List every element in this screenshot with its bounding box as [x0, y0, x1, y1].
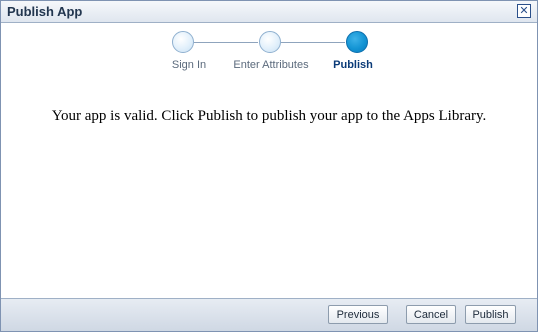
step-label-publish: Publish	[333, 59, 373, 71]
step-label-enter-attributes[interactable]: Enter Attributes	[233, 59, 308, 71]
validation-message: Your app is valid. Click Publish to publ…	[51, 108, 487, 124]
cancel-button[interactable]: Cancel	[406, 305, 456, 324]
step-sign-in[interactable]	[172, 31, 194, 53]
step-train: Sign In Enter Attributes Publish	[1, 31, 537, 75]
publish-app-dialog: Publish App ✕ Sign In Enter Attributes P…	[0, 0, 538, 332]
previous-button[interactable]: Previous	[328, 305, 388, 324]
dialog-footer: Previous Cancel Publish	[1, 298, 537, 331]
train-connector	[281, 42, 345, 43]
close-icon[interactable]: ✕	[517, 4, 531, 18]
publish-button[interactable]: Publish	[465, 305, 516, 324]
step-publish	[346, 31, 368, 53]
step-label-sign-in[interactable]: Sign In	[172, 59, 206, 71]
train-connector	[194, 42, 258, 43]
dialog-title: Publish App	[7, 4, 83, 19]
step-enter-attributes[interactable]	[259, 31, 281, 53]
dialog-titlebar[interactable]: Publish App ✕	[1, 1, 537, 23]
